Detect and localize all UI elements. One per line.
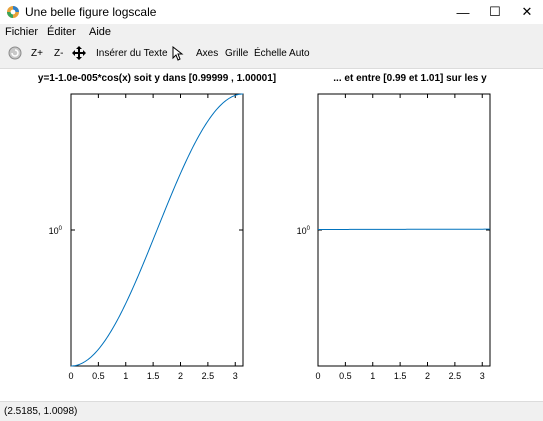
left-axes: y=1-1.0e-005*cos(x) soit y dans [0.99999… (38, 73, 276, 381)
x-tick-label: 0.5 (92, 371, 105, 381)
cursor-coordinates: (2.5185, 1.0098) (4, 406, 77, 417)
right-axes: ... et entre [0.99 et 1.01] sur les y 0 0… (297, 73, 490, 381)
right-y-tick-label: 100 (297, 226, 311, 236)
reset-view-icon[interactable] (8, 46, 22, 60)
x-tick-label: 0 (315, 371, 320, 381)
menu-bar: Fichier Éditer Aide (0, 24, 543, 40)
right-axes-box (318, 94, 490, 366)
x-tick-label: 2 (178, 371, 183, 381)
x-tick-label: 1.5 (147, 371, 160, 381)
x-tick-label: 3 (233, 371, 238, 381)
title-bar: Une belle figure logscale — ☐ ✕ (0, 0, 543, 25)
left-y-tick-label: 100 (49, 226, 63, 236)
close-button[interactable]: ✕ (511, 0, 543, 24)
minimize-button[interactable]: — (447, 0, 479, 24)
x-tick-label: 1.5 (394, 371, 407, 381)
insert-text-button[interactable]: Insérer du Texte (96, 48, 168, 59)
zoom-out-button[interactable]: Z- (54, 48, 63, 59)
pan-icon[interactable] (72, 46, 86, 60)
x-tick-label: 3 (480, 371, 485, 381)
x-tick-label: 0 (68, 371, 73, 381)
x-tick-label: 1 (370, 371, 375, 381)
close-icon: ✕ (522, 4, 533, 20)
maximize-button[interactable]: ☐ (479, 0, 511, 24)
menu-editer[interactable]: Éditer (47, 26, 76, 38)
grid-button[interactable]: Grille (225, 48, 248, 59)
window-title: Une belle figure logscale (25, 5, 156, 19)
figure-svg: y=1-1.0e-005*cos(x) soit y dans [0.99999… (0, 69, 543, 401)
right-chart-title: ... et entre [0.99 et 1.01] sur les y (333, 73, 487, 84)
x-tick-label: 2 (425, 371, 430, 381)
minimize-icon: — (457, 5, 470, 20)
cursor-icon[interactable] (172, 46, 184, 61)
x-tick-label: 2.5 (449, 371, 462, 381)
x-tick-label: 2.5 (202, 371, 215, 381)
app-icon (6, 5, 20, 19)
toolbar: Z+ Z- Insérer du Texte Axes Grille Échel… (0, 40, 543, 69)
x-tick-label: 1 (123, 371, 128, 381)
zoom-in-button[interactable]: Z+ (31, 48, 43, 59)
left-chart-title: y=1-1.0e-005*cos(x) soit y dans [0.99999… (38, 73, 276, 84)
axes-button[interactable]: Axes (196, 48, 218, 59)
figure-canvas[interactable]: y=1-1.0e-005*cos(x) soit y dans [0.99999… (0, 69, 543, 401)
autoscale-button[interactable]: Échelle Auto (254, 48, 310, 59)
x-tick-label: 0.5 (339, 371, 352, 381)
menu-aide[interactable]: Aide (89, 26, 111, 38)
status-bar: (2.5185, 1.0098) (0, 401, 543, 421)
maximize-icon: ☐ (489, 4, 501, 20)
menu-fichier[interactable]: Fichier (5, 26, 38, 38)
